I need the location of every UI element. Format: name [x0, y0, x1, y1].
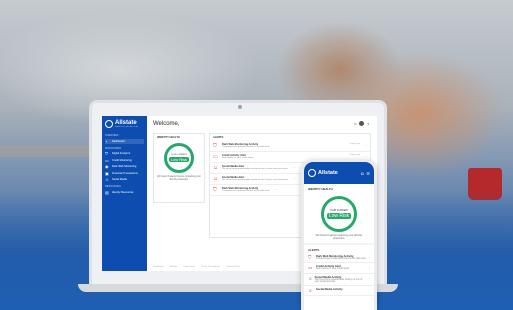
lock-icon: ▣	[105, 170, 109, 176]
footer-link[interactable]: Privacy Policy	[226, 266, 240, 268]
alert-desc: New inquiry on your credit report	[222, 157, 254, 159]
risk-status-badge: Low Risk	[168, 157, 190, 162]
risk-description: We found 0 alerts that are impacting you…	[157, 175, 201, 181]
sidebar: Allstate IDENTITY PROTECTION OVERVIEW ◔ …	[102, 116, 147, 271]
alert-time: 2 days ago	[349, 143, 360, 145]
chevron-right-icon: ›	[366, 154, 367, 158]
sidebar-item-financial[interactable]: ▣ Financial Transactions	[105, 171, 144, 176]
people-icon: ☺	[105, 177, 110, 182]
sidebar-item-label: Identity Resources	[112, 190, 134, 194]
footer-link[interactable]: Dashboard	[153, 266, 164, 268]
alert-time: 3 days ago	[349, 154, 360, 156]
social-alert-icon: ☺	[308, 288, 313, 293]
shield-icon: ⛉	[105, 151, 108, 156]
alert-row[interactable]: ☺ Social Media Activity We found some que…	[304, 274, 374, 286]
chevron-right-icon: ›	[275, 187, 277, 191]
alert-row[interactable]: ▭ Credit Activity Alert New inquiry on yo…	[304, 263, 374, 274]
sidebar-item-social-media[interactable]: ☺ Social Media	[105, 177, 144, 182]
chevron-down-icon: ▾	[367, 121, 369, 126]
alert-desc: Compromised credentials found on the dar…	[222, 190, 270, 192]
sidebar-item-label: Dark Web Monitoring	[112, 165, 137, 168]
social-alert-icon: ☺	[308, 276, 313, 281]
chevron-right-icon: ›	[369, 255, 370, 259]
alert-desc: We found some questionable activity on o…	[222, 168, 288, 170]
social-alert-icon: ☺	[213, 176, 219, 182]
alert-desc: We found some questionable activity on o…	[222, 179, 288, 181]
dial-caption: YOUR CURRENT	[170, 154, 188, 156]
card-title: ALERTS	[308, 248, 320, 252]
card-title: IDENTITY HEALTH	[157, 136, 180, 139]
sidebar-item-dark-web[interactable]: ◉ Dark Web Monitoring	[105, 164, 144, 169]
alert-row[interactable]: ⛉ Dark Web Monitoring Activity Compromise…	[210, 141, 370, 152]
risk-dial: YOUR CURRENT Low Risk	[164, 143, 194, 173]
eye-icon: ◉	[105, 164, 109, 169]
phone: Allstate ◘ ☰ IDENTITY HEALTH YOUR CURREN…	[301, 159, 377, 310]
sidebar-section-overview: OVERVIEW	[105, 134, 119, 137]
allstate-hands-icon	[308, 169, 316, 177]
sidebar-item-label: Financial Transactions	[112, 171, 138, 175]
alert-title: Social Media Activity	[316, 288, 343, 291]
shield-alert-icon: ⛉	[308, 255, 312, 260]
social-alert-icon: ☺	[213, 165, 219, 171]
sidebar-section-resources: RESOURCES	[105, 185, 121, 188]
book-icon: ▤	[105, 189, 109, 195]
sidebar-item-label: Dashboard	[112, 139, 125, 143]
shield-alert-icon: ⛉	[213, 187, 217, 193]
user-initial: G	[354, 121, 357, 126]
credit-alert-icon: ▭	[213, 154, 218, 160]
footer-link[interactable]: Settings	[170, 266, 178, 268]
sidebar-item-dashboard[interactable]: ◔ Dashboard	[105, 138, 144, 144]
shield-alert-icon: ⛉	[213, 143, 217, 149]
brand-name: Allstate	[318, 170, 338, 176]
sidebar-item-digital-footprint[interactable]: ⛉ Digital Footprint	[105, 151, 144, 156]
card-title: IDENTITY HEALTH	[308, 187, 333, 191]
page-title: Welcome,	[153, 121, 180, 127]
sidebar-item-credit-monitoring[interactable]: ▭ Credit Monitoring	[105, 158, 144, 163]
brand-tagline: IDENTITY PROTECTION	[115, 126, 138, 128]
card-title: ALERTS	[213, 136, 224, 139]
brand-logo[interactable]: Allstate IDENTITY PROTECTION	[105, 120, 144, 128]
chevron-right-icon: ›	[369, 265, 370, 269]
credit-alert-icon: ▭	[308, 265, 313, 270]
alert-desc: New inquiry on your credit report	[316, 268, 350, 270]
bell-icon[interactable]: ◘	[361, 171, 363, 176]
user-menu[interactable]: G ▾	[354, 121, 369, 126]
sidebar-item-label: Credit Monitoring	[112, 158, 132, 162]
dashboard-icon: ◔	[105, 138, 108, 144]
sidebar-item-label: Digital Footprint	[112, 152, 131, 155]
chevron-right-icon: ›	[293, 165, 295, 169]
identity-health-card: IDENTITY HEALTH YOUR CURRENT Low Risk We…	[153, 133, 205, 203]
sidebar-section-monitoring: MONITORING	[105, 146, 122, 150]
dial-caption: YOUR CURRENT	[329, 209, 349, 212]
phone-header: Allstate ◘ ☰	[304, 162, 374, 184]
footer-link[interactable]: Help Center	[184, 266, 196, 268]
chevron-right-icon: ›	[369, 276, 370, 280]
menu-icon[interactable]: ☰	[366, 171, 370, 176]
risk-status-badge: Low Risk	[326, 213, 352, 219]
alert-desc: We found some questionable activity on o…	[314, 279, 363, 283]
alert-row[interactable]: ⛉ Dark Web Monitoring Activity Compromise…	[304, 253, 374, 263]
risk-dial: YOUR CURRENT Low Risk	[321, 196, 357, 232]
allstate-hands-icon	[105, 120, 113, 128]
sidebar-item-identity-resources[interactable]: ▤ Identity Resources	[105, 190, 144, 195]
footer-link[interactable]: Terms & Conditions	[201, 266, 220, 268]
risk-description: We found 0 alerts impacting your identit…	[315, 234, 363, 240]
laptop-camera	[238, 105, 242, 109]
alert-desc: Compromised credentials found on the dar…	[316, 258, 366, 260]
alert-desc: Compromised credentials found on the dar…	[222, 146, 270, 148]
alert-row[interactable]: ☺ Social Media Activity	[304, 286, 374, 296]
chevron-right-icon: ›	[366, 143, 367, 147]
chevron-right-icon: ›	[293, 176, 295, 180]
avatar	[359, 121, 365, 126]
sidebar-item-label: Social Media	[112, 178, 127, 181]
credit-card-icon: ▭	[105, 157, 109, 163]
footer-links: Dashboard Settings Help Center Terms & C…	[153, 266, 240, 268]
